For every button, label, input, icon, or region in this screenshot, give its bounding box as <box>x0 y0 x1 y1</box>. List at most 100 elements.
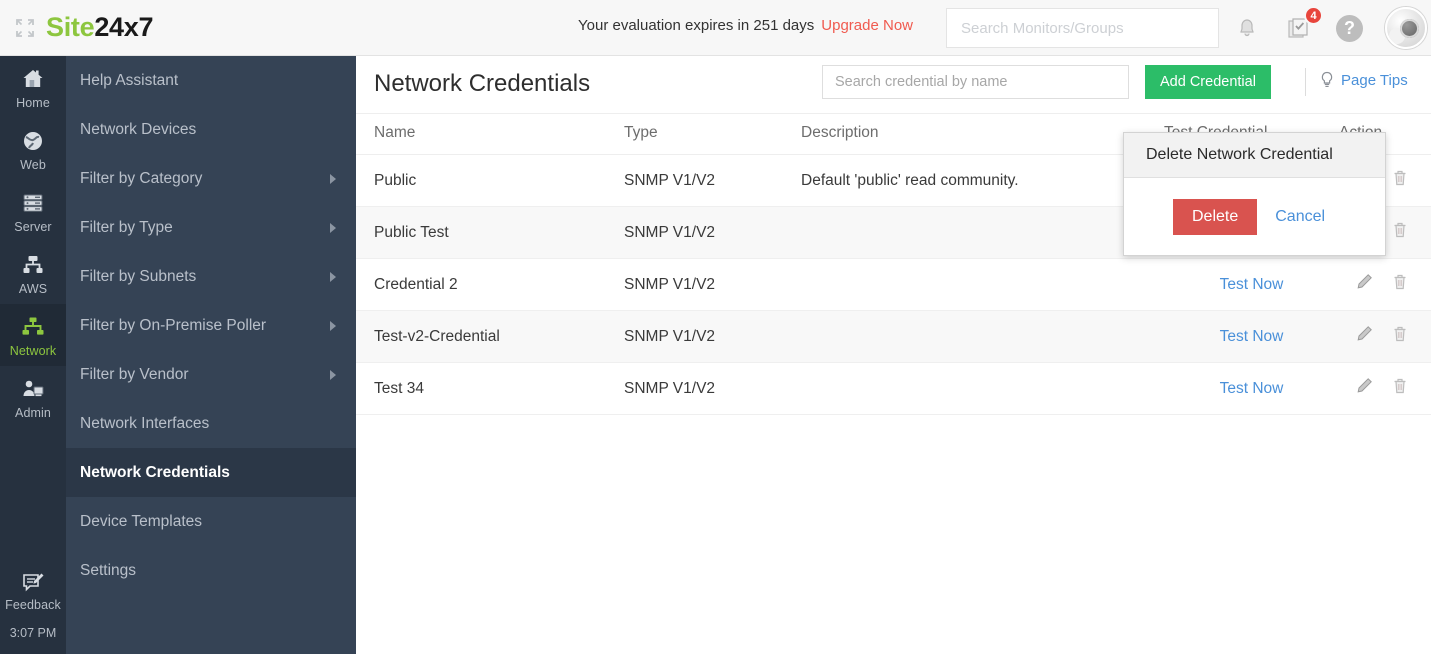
pencil-icon[interactable] <box>1355 377 1373 395</box>
action-icons <box>1355 273 1409 291</box>
sidebar-item-aws[interactable]: AWS <box>0 242 66 304</box>
feedback-label: Feedback <box>5 598 61 612</box>
home-icon <box>20 66 46 92</box>
subnav-label: Network Interfaces <box>80 414 210 432</box>
subnav-item-filter-by-subnets[interactable]: Filter by Subnets <box>66 252 356 301</box>
cell-name: Test 34 <box>356 362 624 415</box>
test-now-link[interactable]: Test Now <box>1220 276 1284 293</box>
trash-icon[interactable] <box>1391 221 1409 239</box>
subnav-label: Settings <box>80 561 137 579</box>
chevron-right-icon <box>330 271 336 282</box>
subnav-item-filter-by-on-premise-poller[interactable]: Filter by On-Premise Poller <box>66 301 356 350</box>
subnav-label: Filter by On-Premise Poller <box>80 316 267 334</box>
tasks-badge: 4 <box>1304 6 1323 25</box>
help-icon[interactable]: ? <box>1336 14 1363 42</box>
trash-icon[interactable] <box>1391 325 1409 343</box>
admin-icon <box>20 376 46 402</box>
checklist-icon[interactable]: 4 <box>1284 6 1323 43</box>
subnav-label: Filter by Type <box>80 218 173 236</box>
cell-action <box>1339 362 1431 415</box>
sidebar-item-network[interactable]: Network <box>0 304 66 366</box>
cell-name: Public <box>356 154 624 207</box>
expand-icon[interactable] <box>14 17 36 39</box>
bell-icon[interactable] <box>1232 13 1262 43</box>
top-icon-group: 4 ? <box>1232 0 1427 56</box>
page-title: Network Credentials <box>374 70 591 97</box>
pencil-icon[interactable] <box>1355 273 1373 291</box>
subnav-label: Help Assistant <box>80 71 179 89</box>
add-credential-button[interactable]: Add Credential <box>1145 65 1271 99</box>
cell-name: Public Test <box>356 206 624 259</box>
column-header-type[interactable]: Type <box>624 114 801 155</box>
delete-confirmation-popover: Delete Network Credential Delete Cancel <box>1123 132 1386 256</box>
cell-test-credential: Test Now <box>1164 310 1339 363</box>
aws-icon <box>20 252 46 278</box>
confirm-delete-button[interactable]: Delete <box>1173 198 1258 235</box>
sidebar-item-home[interactable]: Home <box>0 56 66 118</box>
table-row[interactable]: Credential 2 SNMP V1/V2 Test Now <box>356 258 1431 311</box>
cell-name: Test-v2-Credential <box>356 310 624 363</box>
sidebar-label-admin: Admin <box>15 406 51 420</box>
clock-time: 3:07 PM <box>9 626 57 640</box>
secondary-nav: Help Assistant Network Devices Filter by… <box>66 56 356 654</box>
feedback-icon[interactable] <box>20 570 46 596</box>
page-header: Network Credentials Add Credential Page … <box>356 56 1431 114</box>
cell-description <box>801 206 1164 259</box>
brand-logo[interactable]: Site24x7 <box>14 12 154 43</box>
cell-type: SNMP V1/V2 <box>624 154 801 207</box>
upgrade-now-link[interactable]: Upgrade Now <box>821 17 913 34</box>
credential-search-input[interactable] <box>822 65 1129 99</box>
chevron-right-icon <box>330 173 336 184</box>
cell-description <box>801 310 1164 363</box>
cell-type: SNMP V1/V2 <box>624 206 801 259</box>
subnav-item-network-credentials[interactable]: Network Credentials <box>66 448 356 497</box>
subnav-item-settings[interactable]: Settings <box>66 546 356 595</box>
cancel-delete-link[interactable]: Cancel <box>1275 208 1325 226</box>
subnav-label: Network Credentials <box>80 463 230 481</box>
column-header-name[interactable]: Name <box>356 114 624 155</box>
subnav-item-network-interfaces[interactable]: Network Interfaces <box>66 399 356 448</box>
sidebar-label-web: Web <box>20 158 46 172</box>
action-icons <box>1355 325 1409 343</box>
avatar[interactable] <box>1385 7 1427 49</box>
cell-test-credential: Test Now <box>1164 362 1339 415</box>
cell-type: SNMP V1/V2 <box>624 310 801 363</box>
logo-site: Site <box>46 12 95 42</box>
table-row[interactable]: Test 34 SNMP V1/V2 Test Now <box>356 362 1431 415</box>
column-header-description[interactable]: Description <box>801 114 1164 155</box>
table-row[interactable]: Test-v2-Credential SNMP V1/V2 Test Now <box>356 310 1431 363</box>
sidebar-label-aws: AWS <box>18 282 48 296</box>
sidebar-label-network: Network <box>9 344 57 358</box>
page-tips-link[interactable]: Page Tips <box>1319 71 1408 89</box>
trash-icon[interactable] <box>1391 169 1409 187</box>
evaluation-text: Your evaluation expires in 251 days <box>578 17 815 34</box>
subnav-item-filter-by-type[interactable]: Filter by Type <box>66 203 356 252</box>
cell-description <box>801 258 1164 311</box>
chevron-right-icon <box>330 222 336 233</box>
subnav-item-network-devices[interactable]: Network Devices <box>66 105 356 154</box>
test-now-link[interactable]: Test Now <box>1220 380 1284 397</box>
cell-type: SNMP V1/V2 <box>624 258 801 311</box>
cell-type: SNMP V1/V2 <box>624 362 801 415</box>
trash-icon[interactable] <box>1391 273 1409 291</box>
subnav-item-filter-by-vendor[interactable]: Filter by Vendor <box>66 350 356 399</box>
sidebar-item-admin[interactable]: Admin <box>0 366 66 428</box>
trash-icon[interactable] <box>1391 377 1409 395</box>
popover-title: Delete Network Credential <box>1124 133 1385 178</box>
sidebar-label-home: Home <box>16 96 50 110</box>
action-icons <box>1355 377 1409 395</box>
subnav-item-help-assistant[interactable]: Help Assistant <box>66 56 356 105</box>
sidebar-item-server[interactable]: Server <box>0 180 66 242</box>
page-tips-label: Page Tips <box>1341 71 1408 89</box>
pencil-icon[interactable] <box>1355 325 1373 343</box>
test-now-link[interactable]: Test Now <box>1220 328 1284 345</box>
sidebar-item-web[interactable]: Web <box>0 118 66 180</box>
logo-247: 24x7 <box>94 12 154 42</box>
subnav-label: Filter by Vendor <box>80 365 189 383</box>
subnav-item-device-templates[interactable]: Device Templates <box>66 497 356 546</box>
subnav-item-filter-by-category[interactable]: Filter by Category <box>66 154 356 203</box>
global-search-input[interactable] <box>946 8 1219 48</box>
cell-test-credential: Test Now <box>1164 258 1339 311</box>
sidebar-label-server: Server <box>14 220 52 234</box>
subnav-label: Filter by Subnets <box>80 267 197 285</box>
